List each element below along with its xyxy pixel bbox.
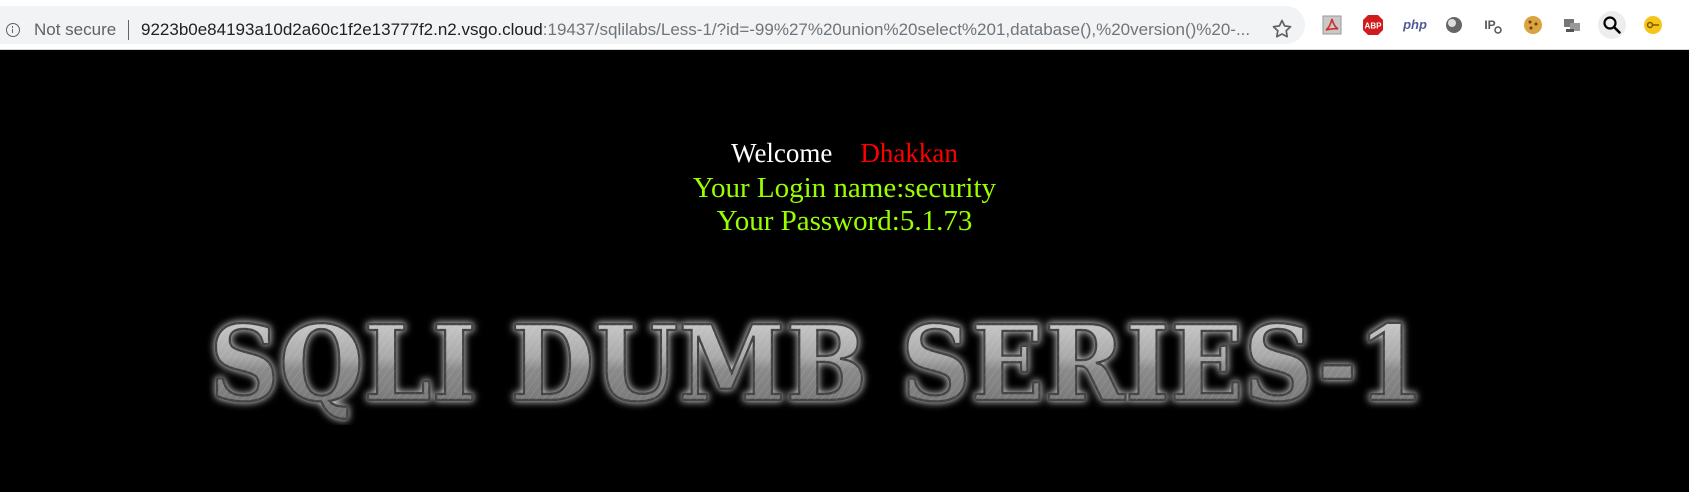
url-text[interactable]: 9223b0e84193a10d2a60c1f2e13777f2.n2.vsgo…: [141, 20, 1261, 40]
cookie-extension-icon[interactable]: [1521, 13, 1545, 37]
key-extension-icon[interactable]: [1641, 13, 1665, 37]
page-content: Welcome Dhakkan Your Login name:security …: [0, 50, 1689, 492]
address-bar[interactable]: Not secure 9223b0e84193a10d2a60c1f2e1377…: [0, 6, 1305, 44]
svg-text:php: php: [1402, 17, 1427, 32]
sqli-banner: SQLI DUMB SERIES-1 SQLI DUMB SERIES-1: [208, 301, 1426, 425]
network-extension-icon[interactable]: [1560, 13, 1584, 37]
ip-extension-icon[interactable]: IP: [1480, 13, 1504, 37]
svg-text:ABP: ABP: [1365, 22, 1383, 31]
svg-text:IP: IP: [1484, 18, 1495, 32]
php-extension-icon[interactable]: php: [1400, 13, 1430, 37]
password-text: Your Password:5.1.73: [716, 205, 973, 237]
url-host: 9223b0e84193a10d2a60c1f2e13777f2.n2.vsgo…: [141, 20, 543, 39]
info-icon[interactable]: [6, 23, 20, 37]
circle-extension-icon[interactable]: [1442, 13, 1466, 37]
security-status[interactable]: Not secure: [34, 20, 116, 40]
bookmark-star-icon[interactable]: [1270, 17, 1294, 41]
address-separator: [128, 20, 129, 40]
adblock-plus-icon[interactable]: ABP: [1361, 13, 1385, 37]
pdf-extension-icon[interactable]: [1320, 13, 1344, 37]
user-name: Dhakkan: [860, 138, 958, 168]
banner-title-texture: SQLI DUMB SERIES-1: [210, 302, 1425, 425]
browser-toolbar: Not secure 9223b0e84193a10d2a60c1f2e1377…: [0, 0, 1689, 50]
welcome-line: Welcome Dhakkan: [0, 138, 1689, 169]
search-extension-button[interactable]: [1598, 11, 1626, 39]
welcome-text: Welcome: [731, 138, 833, 168]
login-name-text: Your Login name:security: [692, 172, 997, 204]
url-path: :19437/sqlilabs/Less-1/?id=-99%27%20unio…: [542, 20, 1251, 39]
search-extension-icon: [1603, 16, 1621, 34]
